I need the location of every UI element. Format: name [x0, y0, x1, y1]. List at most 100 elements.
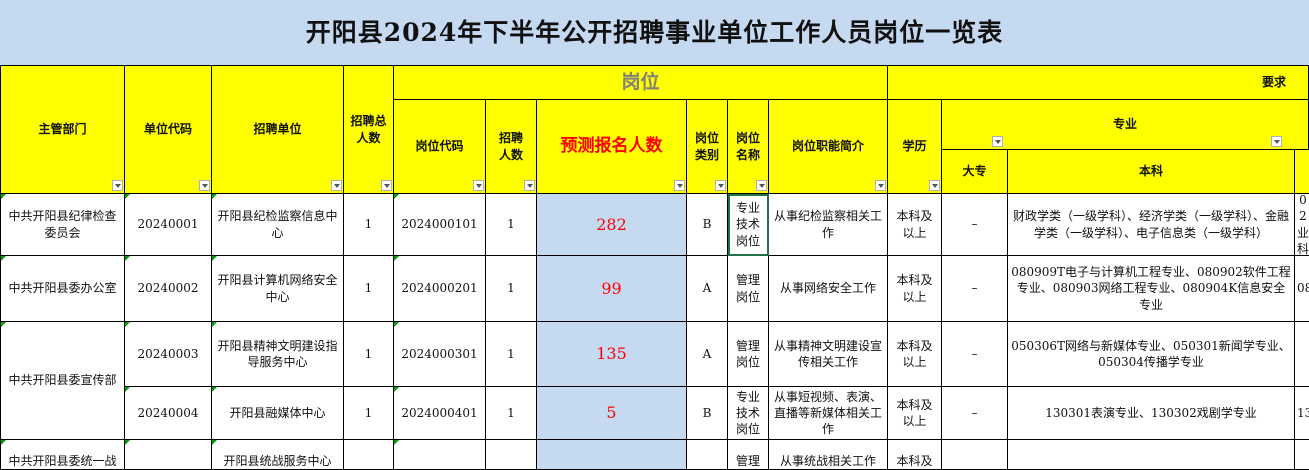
cell-junior[interactable]: –	[942, 387, 1008, 440]
header-unit[interactable]: 招聘单位	[212, 65, 344, 194]
cell-predicted[interactable]	[537, 440, 687, 470]
cell-predicted[interactable]: 5	[537, 387, 687, 440]
cell-post-num[interactable]: 1	[486, 387, 537, 440]
cell-junior[interactable]: –	[942, 194, 1008, 256]
overflow-text: 08	[1297, 281, 1309, 296]
unit-code-text: 20240003	[137, 346, 199, 361]
cell-unit[interactable]: 开阳县精神文明建设指导服务中心	[212, 322, 344, 387]
filter-dropdown-icon[interactable]	[524, 180, 535, 191]
cell-bachelor[interactable]	[1008, 440, 1295, 470]
cell-predicted[interactable]: 99	[537, 256, 687, 322]
cell-unit[interactable]: 开阳县融媒体中心	[212, 387, 344, 440]
filter-dropdown-icon[interactable]	[331, 180, 342, 191]
cell-post-code[interactable]: 2024000301	[394, 322, 486, 387]
cell-post-type[interactable]: B	[687, 387, 728, 440]
cell-post-code[interactable]: 2024000101	[394, 194, 486, 256]
cell-bachelor[interactable]: 130301表演专业、130302戏剧学专业	[1008, 387, 1295, 440]
header-edu[interactable]: 学历	[888, 100, 942, 194]
cell-post-type[interactable]: B	[687, 194, 728, 256]
bachelor-text: 080909T电子与计算机工程专业、080902软件工程专业、080903网络工…	[1011, 265, 1291, 312]
cell-unit-code[interactable]: 20240002	[125, 256, 212, 322]
total-text: 1	[364, 405, 373, 420]
header-post-desc[interactable]: 岗位职能简介	[769, 100, 888, 194]
cell-post-type[interactable]: A	[687, 322, 728, 387]
header-major-group[interactable]: 专业	[942, 100, 1309, 150]
filter-dropdown-icon[interactable]	[875, 180, 886, 191]
cell-junior[interactable]: –	[942, 256, 1008, 322]
cell-unit-code[interactable]: 20240003	[125, 322, 212, 387]
post-code-text: 2024000201	[401, 281, 478, 296]
cell-post-desc[interactable]: 从事精神文明建设宣传相关工作	[769, 322, 888, 387]
cell-post-desc[interactable]: 从事纪检监察相关工作	[769, 194, 888, 256]
cell-dept[interactable]: 中共开阳县委宣传部	[0, 322, 125, 440]
filter-dropdown-icon[interactable]	[756, 180, 767, 191]
cell-post-desc[interactable]: 从事统战相关工作	[769, 440, 888, 470]
cell-unit[interactable]: 开阳县计算机网络安全中心	[212, 256, 344, 322]
header-predicted[interactable]: 预测报名人数	[537, 100, 687, 194]
cell-post-num[interactable]: 1	[486, 194, 537, 256]
cell-post-num[interactable]: 1	[486, 256, 537, 322]
cell-overflow[interactable]: 13	[1295, 387, 1309, 440]
cell-junior[interactable]: –	[942, 322, 1008, 387]
filter-dropdown-icon[interactable]	[473, 180, 484, 191]
cell-overflow[interactable]	[1295, 322, 1309, 387]
cell-post-num[interactable]	[486, 440, 537, 470]
cell-post-name[interactable]: 专业技术岗位	[728, 194, 769, 256]
header-post-name[interactable]: 岗位名称	[728, 100, 769, 194]
cell-unit-code[interactable]	[125, 440, 212, 470]
cell-unit-code[interactable]: 20240004	[125, 387, 212, 440]
cell-overflow[interactable]: 02 业 科	[1295, 194, 1309, 256]
cell-post-code[interactable]: 2024000401	[394, 387, 486, 440]
cell-post-name[interactable]: 管理岗位	[728, 322, 769, 387]
cell-edu[interactable]: 本科及	[888, 440, 942, 470]
cell-unit-code[interactable]: 20240001	[125, 194, 212, 256]
cell-bachelor[interactable]: 080909T电子与计算机工程专业、080902软件工程专业、080903网络工…	[1008, 256, 1295, 322]
cell-junior[interactable]	[942, 440, 1008, 470]
cell-predicted[interactable]: 282	[537, 194, 687, 256]
cell-total[interactable]	[344, 440, 394, 470]
cell-post-desc[interactable]: 从事网络安全工作	[769, 256, 888, 322]
cell-dept[interactable]: 中共开阳县纪律检查委员会	[0, 194, 125, 256]
filter-dropdown-icon[interactable]	[199, 180, 210, 191]
cell-post-code[interactable]: 2024000201	[394, 256, 486, 322]
filter-dropdown-icon[interactable]	[715, 180, 726, 191]
filter-dropdown-icon[interactable]	[674, 180, 685, 191]
cell-post-num[interactable]: 1	[486, 322, 537, 387]
filter-dropdown-icon[interactable]	[929, 180, 940, 191]
cell-total[interactable]: 1	[344, 256, 394, 322]
cell-predicted[interactable]: 135	[537, 322, 687, 387]
cell-bachelor[interactable]: 050306T网络与新媒体专业、050301新闻学专业、050304传播学专业	[1008, 322, 1295, 387]
header-post-code[interactable]: 岗位代码	[394, 100, 486, 194]
cell-edu[interactable]: 本科及以上	[888, 322, 942, 387]
cell-dept[interactable]: 中共开阳县委办公室	[0, 256, 125, 322]
cell-post-name[interactable]: 管理	[728, 440, 769, 470]
filter-dropdown-icon[interactable]	[992, 136, 1003, 147]
cell-total[interactable]: 1	[344, 387, 394, 440]
cell-post-type[interactable]: A	[687, 256, 728, 322]
cell-dept[interactable]: 中共开阳县委统一战	[0, 440, 125, 470]
cell-overflow[interactable]	[1295, 440, 1309, 470]
cell-post-desc[interactable]: 从事短视频、表演、直播等新媒体相关工作	[769, 387, 888, 440]
cell-edu[interactable]: 本科及以上	[888, 256, 942, 322]
cell-post-name[interactable]: 管理岗位	[728, 256, 769, 322]
header-dept[interactable]: 主管部门	[0, 65, 125, 194]
cell-overflow[interactable]: 08	[1295, 256, 1309, 322]
filter-dropdown-icon[interactable]	[112, 180, 123, 191]
cell-post-type[interactable]	[687, 440, 728, 470]
cell-total[interactable]: 1	[344, 194, 394, 256]
cell-bachelor[interactable]: 财政学类（一级学科）、经济学类（一级学科）、金融学类（一级学科）、电子信息类（一…	[1008, 194, 1295, 256]
header-total[interactable]: 招聘总人数	[344, 65, 394, 194]
comment-marker	[125, 256, 130, 261]
cell-unit[interactable]: 开阳县统战服务中心	[212, 440, 344, 470]
header-unit-code[interactable]: 单位代码	[125, 65, 212, 194]
cell-unit[interactable]: 开阳县纪检监察信息中心	[212, 194, 344, 256]
header-post-type[interactable]: 岗位类别	[687, 100, 728, 194]
header-post-num[interactable]: 招聘人数	[486, 100, 537, 194]
cell-post-name[interactable]: 专业技术岗位	[728, 387, 769, 440]
cell-total[interactable]: 1	[344, 322, 394, 387]
filter-dropdown-icon[interactable]	[1271, 136, 1282, 147]
cell-edu[interactable]: 本科及以上	[888, 194, 942, 256]
filter-dropdown-icon[interactable]	[381, 180, 392, 191]
cell-edu[interactable]: 本科及以上	[888, 387, 942, 440]
cell-post-code[interactable]	[394, 440, 486, 470]
